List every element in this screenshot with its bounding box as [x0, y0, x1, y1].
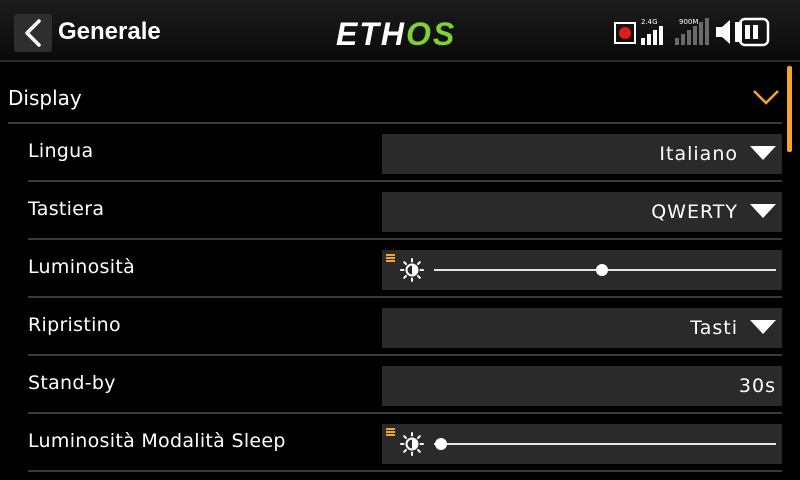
language-dropdown[interactable]: Italiano	[382, 134, 782, 174]
dropdown-arrow-icon	[750, 146, 776, 160]
slider-knob[interactable]	[434, 438, 447, 450]
number-value: 30s	[738, 375, 776, 397]
battery-icon	[735, 17, 770, 47]
row-language: Lingua Italiano	[28, 124, 782, 180]
dropdown-value: QWERTY	[651, 201, 738, 223]
dropdown-arrow-icon	[750, 204, 776, 218]
brightness-icon	[400, 258, 424, 282]
row-label: Tastiera	[28, 198, 105, 220]
row-reset: Ripristino Tasti	[28, 298, 782, 354]
scrollbar[interactable]	[787, 66, 792, 152]
signal-900m-icon: 900M	[675, 18, 709, 45]
standby-number-field[interactable]: 30s	[382, 366, 782, 406]
row-label: Luminosità Modalità Sleep	[28, 430, 286, 452]
brightness-icon	[400, 432, 424, 456]
row-keyboard: Tastiera QWERTY	[28, 182, 782, 238]
signal-2-4g-icon: 2.4G	[641, 18, 663, 45]
svg-text:900M: 900M	[679, 18, 698, 26]
brightness-slider[interactable]	[382, 250, 782, 290]
keyboard-dropdown[interactable]: QWERTY	[382, 192, 782, 232]
dropdown-arrow-icon	[750, 320, 776, 334]
record-icon	[614, 22, 636, 44]
menu-lines-icon	[386, 254, 395, 262]
dropdown-value: Tasti	[690, 317, 738, 339]
section-title: Display	[8, 86, 82, 110]
svg-text:2.4G: 2.4G	[641, 18, 658, 26]
slider-track[interactable]	[434, 443, 776, 445]
back-button[interactable]	[14, 14, 52, 52]
slider-knob[interactable]	[595, 264, 608, 276]
top-bar: Generale ETHOS 2.4G 900M	[0, 0, 800, 62]
menu-lines-icon	[386, 428, 395, 436]
sleep-brightness-slider[interactable]	[382, 424, 782, 464]
row-sleep-brightness: Luminosità Modalità Sleep	[28, 414, 782, 470]
dropdown-value: Italiano	[659, 143, 738, 165]
row-label: Ripristino	[28, 314, 121, 336]
row-label: Lingua	[28, 140, 94, 162]
speaker-icon	[716, 20, 730, 44]
row-label: Stand-by	[28, 372, 116, 394]
ethos-logo: ETHOS	[336, 16, 457, 52]
chevron-down-icon[interactable]	[752, 86, 780, 108]
row-brightness: Luminosità	[28, 240, 782, 296]
row-standby: Stand-by 30s	[28, 356, 782, 412]
status-icons: 2.4G 900M	[614, 17, 770, 47]
section-display-header[interactable]: Display	[0, 66, 782, 122]
reset-dropdown[interactable]: Tasti	[382, 308, 782, 348]
chevron-left-icon	[25, 19, 41, 47]
divider	[28, 470, 782, 472]
page-title: Generale	[58, 18, 161, 45]
row-label: Luminosità	[28, 256, 136, 278]
